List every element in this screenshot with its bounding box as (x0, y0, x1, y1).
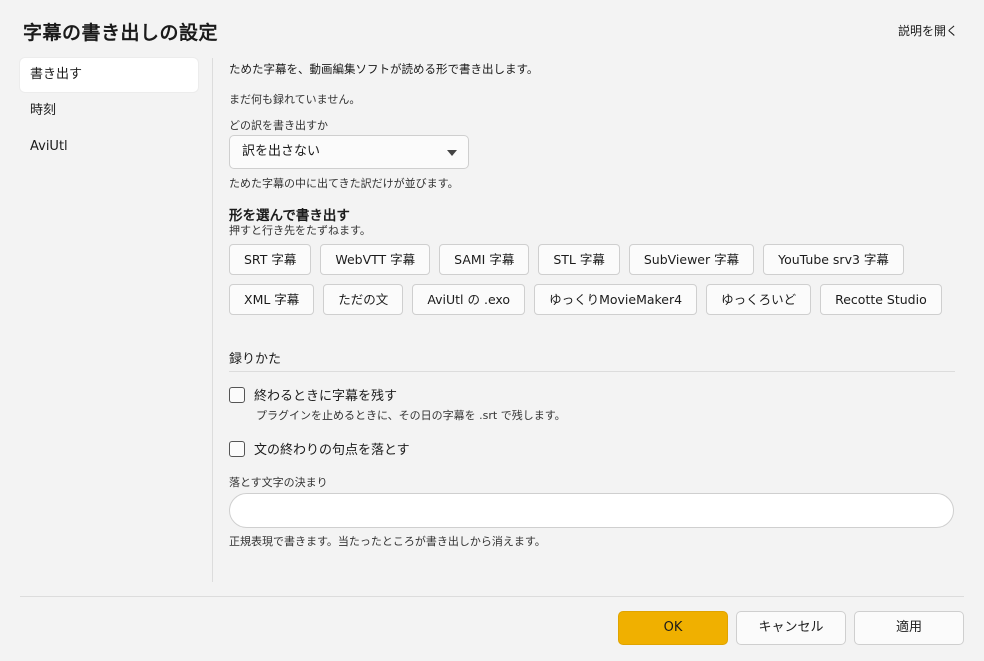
drop-period-checkbox[interactable] (229, 440, 245, 457)
ok-button[interactable]: OK (618, 611, 728, 645)
help-link[interactable]: 説明を開く (898, 22, 958, 39)
export-stl-button[interactable]: STL 字幕 (538, 244, 620, 275)
translation-label: どの訳を書き出すか (229, 119, 328, 132)
keep-on-exit-row[interactable]: 終わるときに字幕を残す (229, 385, 397, 404)
drop-period-label[interactable]: 文の終わりの句点を落とす (254, 439, 410, 458)
intro-text: ためた字幕を、動画編集ソフトが読める形で書き出します。 (229, 62, 539, 76)
export-srt-button[interactable]: SRT 字幕 (229, 244, 312, 275)
recording-section-title: 録りかた (229, 348, 955, 372)
export-sami-button[interactable]: SAMI 字幕 (439, 244, 530, 275)
status-text: まだ何も録れていません。 (229, 93, 361, 106)
format-buttons: SRT 字幕 WebVTT 字幕 SAMI 字幕 STL 字幕 SubViewe… (229, 244, 955, 324)
keep-on-exit-hint: プラグインを止めるときに、その日の字幕を .srt で残します。 (256, 409, 566, 422)
sidebar-item-aviutl[interactable]: AviUtl (20, 130, 198, 164)
export-youtube-srv3-button[interactable]: YouTube srv3 字幕 (763, 244, 904, 275)
pattern-input[interactable] (229, 493, 954, 528)
export-recotte-button[interactable]: Recotte Studio (820, 284, 942, 315)
export-yukkuroid-button[interactable]: ゆっくろいど (706, 284, 812, 315)
pattern-hint: 正規表現で書きます。当たったところが書き出しから消えます。 (229, 535, 546, 548)
export-subviewer-button[interactable]: SubViewer 字幕 (628, 244, 755, 275)
export-plain-text-button[interactable]: ただの文 (323, 284, 404, 315)
export-xml-button[interactable]: XML 字幕 (229, 284, 315, 315)
apply-button[interactable]: 適用 (854, 611, 964, 645)
keep-on-exit-label[interactable]: 終わるときに字幕を残す (254, 385, 397, 404)
translation-hint: ためた字幕の中に出てきた訳だけが並びます。 (229, 177, 459, 190)
dialog-title: 字幕の書き出しの設定 (23, 22, 219, 44)
chevron-down-icon (447, 150, 457, 156)
sidebar-divider (212, 58, 213, 582)
export-aviutl-exo-button[interactable]: AviUtl の .exo (412, 284, 526, 315)
sidebar-item-export[interactable]: 書き出す (20, 58, 198, 92)
footer-divider (20, 596, 964, 597)
export-ymm4-button[interactable]: ゆっくりMovieMaker4 (534, 284, 698, 315)
translation-select-value: 訳を出さない (242, 144, 321, 159)
sidebar: 書き出す 時刻 AviUtl (20, 58, 198, 166)
drop-period-row[interactable]: 文の終わりの句点を落とす (229, 439, 410, 458)
format-hint: 押すと行き先をたずねます。 (229, 224, 371, 237)
cancel-button[interactable]: キャンセル (736, 611, 846, 645)
format-section-title: 形を選んで書き出す (229, 208, 350, 224)
keep-on-exit-checkbox[interactable] (229, 386, 245, 403)
translation-select[interactable]: 訳を出さない (229, 135, 469, 169)
sidebar-item-time[interactable]: 時刻 (20, 94, 198, 128)
export-webvtt-button[interactable]: WebVTT 字幕 (320, 244, 431, 275)
pattern-label: 落とす文字の決まり (229, 476, 328, 489)
